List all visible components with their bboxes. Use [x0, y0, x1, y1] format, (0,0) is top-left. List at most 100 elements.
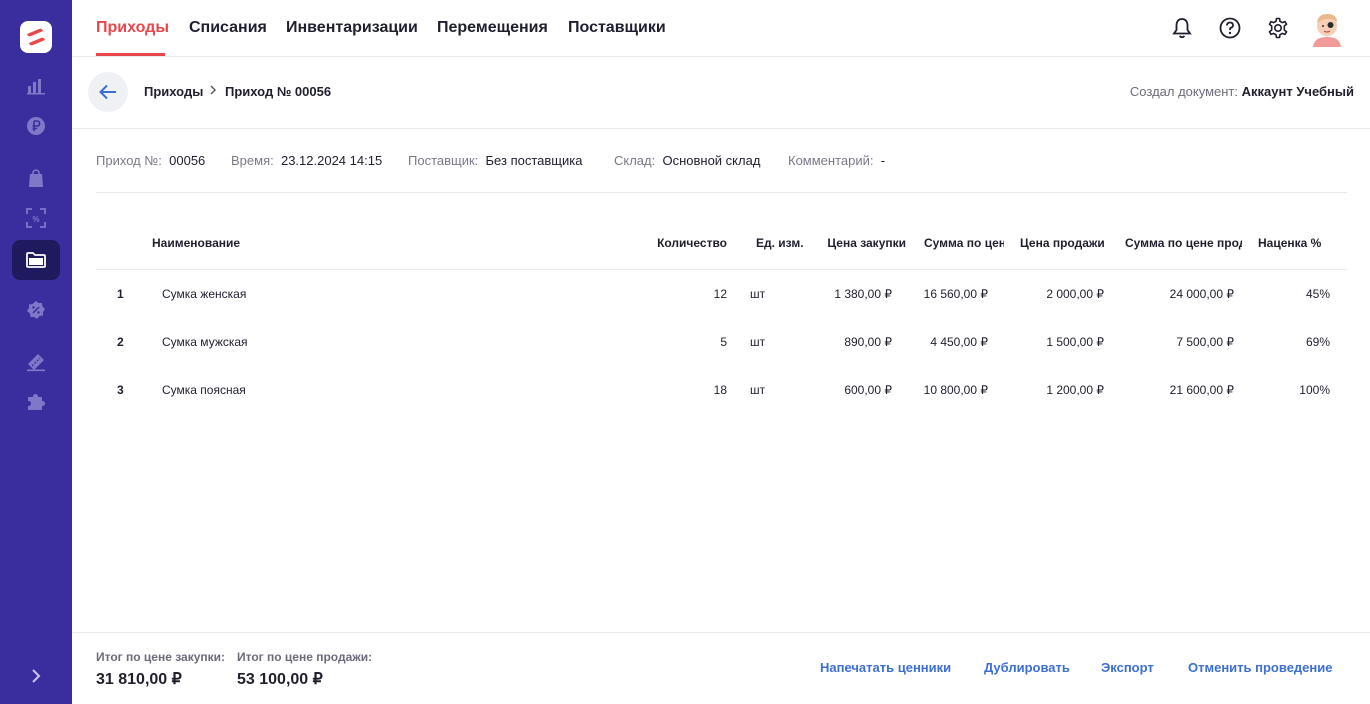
creator-label: Создал документ:: [1129, 84, 1238, 99]
row-qty: 12: [713, 287, 727, 301]
col-sell-sum[interactable]: Сумма по цене продажи: [1125, 236, 1242, 250]
ruble-coin-icon[interactable]: [24, 114, 48, 138]
puzzle-icon[interactable]: [24, 390, 48, 414]
info-time: Время: 23.12.2024 14:15: [231, 153, 382, 168]
row-name: Сумка мужская: [162, 335, 248, 349]
top-nav: Приходы Списания Инвентаризации Перемеще…: [72, 0, 1370, 57]
info-number-label: Приход №:: [96, 153, 162, 168]
chevron-right-icon[interactable]: [24, 664, 48, 688]
col-qty[interactable]: Количество: [646, 236, 727, 250]
info-comment-label: Комментарий:: [788, 153, 874, 168]
tab-write-offs[interactable]: Списания: [189, 19, 267, 37]
chart-bar-icon[interactable]: [24, 74, 48, 98]
row-buy-price: 600,00 ₽: [844, 383, 892, 397]
info-warehouse-value: Основной склад: [662, 153, 761, 168]
scan-percent-icon[interactable]: %: [24, 206, 48, 230]
row-sell-price: 1 500,00 ₽: [1046, 335, 1104, 349]
col-sell-price[interactable]: Цена продажи: [1020, 236, 1105, 250]
info-time-label: Время:: [231, 153, 274, 168]
row-sell-price: 1 200,00 ₽: [1046, 383, 1104, 397]
info-comment-value: -: [880, 153, 886, 168]
breadcrumb-receipts[interactable]: Приходы: [144, 84, 203, 99]
row-buy-sum: 16 560,00 ₽: [923, 287, 988, 301]
svg-text:%: %: [32, 215, 39, 224]
info-supplier-value: Без поставщика: [485, 153, 583, 168]
row-markup: 69%: [1305, 335, 1330, 349]
items-table: Наименование Количество Ед. изм. Цена за…: [96, 222, 1347, 414]
total-buy: Итог по цене закупки: 31 810,00 ₽: [96, 650, 225, 689]
total-buy-label: Итог по цене закупки:: [96, 650, 226, 664]
row-buy-price: 890,00 ₽: [844, 335, 892, 349]
ticket-icon[interactable]: [24, 350, 48, 374]
col-buy-price[interactable]: Цена закупки: [816, 236, 906, 250]
total-sell-value: 53 100,00 ₽: [237, 671, 323, 688]
table-header: Наименование Количество Ед. изм. Цена за…: [96, 222, 1347, 270]
document-creator: Создал документ: Аккаунт Учебный: [1130, 84, 1354, 99]
row-number: 2: [117, 335, 124, 349]
row-markup: 45%: [1305, 287, 1330, 301]
info-number: Приход №: 00056: [96, 153, 205, 168]
tab-suppliers[interactable]: Поставщики: [568, 19, 666, 37]
help-icon[interactable]: [1218, 16, 1242, 40]
col-buy-sum[interactable]: Сумма по цене закупки: [924, 236, 1004, 250]
row-buy-sum: 10 800,00 ₽: [923, 383, 988, 397]
export-button[interactable]: Экспорт: [1101, 660, 1154, 675]
row-markup: 100%: [1299, 383, 1330, 397]
row-number: 3: [117, 383, 124, 397]
bell-icon[interactable]: [1170, 16, 1194, 40]
row-sell-sum: 24 000,00 ₽: [1169, 287, 1234, 301]
row-unit: шт: [750, 335, 766, 349]
chevron-right-icon: [209, 84, 217, 99]
breadcrumb-current: Приход № 00056: [225, 84, 332, 99]
info-comment: Комментарий: -: [788, 153, 885, 168]
row-unit: шт: [750, 383, 766, 397]
tab-transfers[interactable]: Перемещения: [437, 19, 548, 37]
folder-icon[interactable]: [12, 240, 60, 280]
total-buy-value: 31 810,00 ₽: [96, 671, 182, 688]
row-buy-price: 1 380,00 ₽: [834, 287, 892, 301]
col-unit[interactable]: Ед. изм.: [756, 236, 804, 250]
back-button[interactable]: [88, 72, 128, 112]
row-unit: шт: [750, 287, 766, 301]
info-number-value: 00056: [169, 153, 206, 168]
row-sell-sum: 21 600,00 ₽: [1169, 383, 1234, 397]
document-header: Приходы Приход № 00056 Создал документ: …: [72, 57, 1370, 129]
tab-receipts[interactable]: Приходы: [96, 19, 169, 37]
row-name: Сумка поясная: [162, 383, 246, 397]
duplicate-button[interactable]: Дублировать: [984, 660, 1070, 675]
table-row[interactable]: 1 Сумка женская 12 шт 1 380,00 ₽ 16 560,…: [96, 270, 1347, 318]
sidebar: %: [0, 0, 72, 704]
info-time-value: 23.12.2024 14:15: [280, 153, 383, 168]
total-sell-label: Итог по цене продажи:: [237, 650, 373, 664]
total-sell: Итог по цене продажи: 53 100,00 ₽: [237, 650, 372, 689]
gear-icon[interactable]: [1266, 16, 1290, 40]
row-sell-price: 2 000,00 ₽: [1046, 287, 1104, 301]
document-footer: Итог по цене закупки: 31 810,00 ₽ Итог п…: [72, 632, 1370, 704]
shopping-bag-icon[interactable]: [24, 166, 48, 190]
print-price-tags-button[interactable]: Напечатать ценники: [820, 660, 951, 675]
row-sell-sum: 7 500,00 ₽: [1176, 335, 1234, 349]
percent-badge-icon[interactable]: [24, 298, 48, 322]
info-supplier-label: Поставщик:: [408, 153, 479, 168]
tab-inventories[interactable]: Инвентаризации: [286, 19, 418, 37]
creator-name: Аккаунт Учебный: [1241, 84, 1354, 99]
row-number: 1: [117, 287, 124, 301]
row-qty: 5: [720, 335, 727, 349]
row-buy-sum: 4 450,00 ₽: [930, 335, 988, 349]
document-info: Приход №: 00056 Время: 23.12.2024 14:15 …: [96, 153, 1347, 193]
col-name[interactable]: Наименование: [152, 236, 240, 250]
app-logo[interactable]: [20, 21, 52, 53]
cancel-posting-button[interactable]: Отменить проведение: [1188, 660, 1332, 675]
table-row[interactable]: 3 Сумка поясная 18 шт 600,00 ₽ 10 800,00…: [96, 366, 1347, 414]
avatar[interactable]: [1310, 11, 1344, 47]
col-markup[interactable]: Наценка %: [1258, 236, 1321, 250]
arrow-left-icon: [99, 84, 116, 100]
row-qty: 18: [713, 383, 727, 397]
row-name: Сумка женская: [162, 287, 247, 301]
active-tab-indicator: [96, 53, 165, 56]
app-root: % Приходы Списания Инвентаризации Переме…: [0, 0, 1370, 704]
info-warehouse-label: Склад:: [614, 153, 656, 168]
table-row[interactable]: 2 Сумка мужская 5 шт 890,00 ₽ 4 450,00 ₽…: [96, 318, 1347, 366]
info-supplier: Поставщик: Без поставщика: [408, 153, 582, 168]
info-warehouse: Склад: Основной склад: [614, 153, 760, 168]
